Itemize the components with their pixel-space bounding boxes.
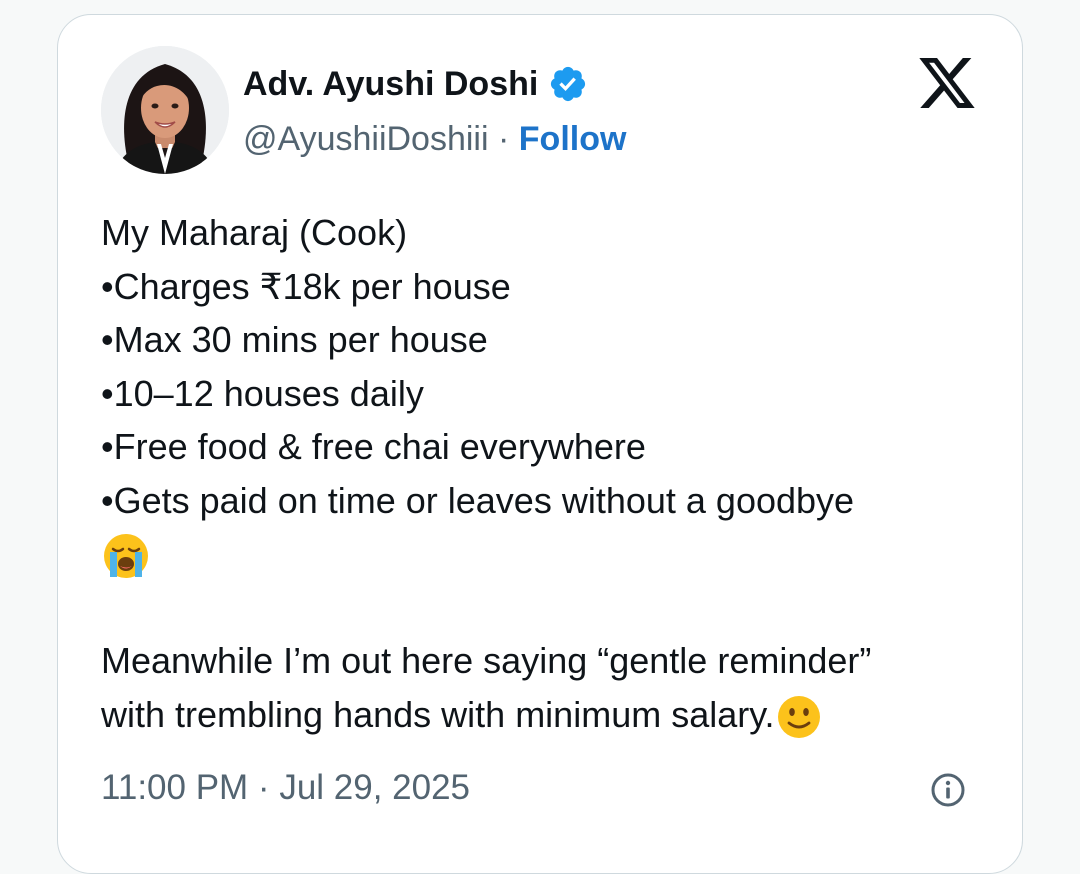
tweet-line: •Free food & free chai everywhere <box>101 426 646 467</box>
slightly-smiling-face-icon <box>777 695 820 738</box>
author-name-row: Adv. Ayushi Doshi <box>243 64 588 104</box>
tweet-line-with-emoji: with trembling hands with minimum salary… <box>101 688 981 742</box>
tweet-line: •Gets paid on time or leaves without a g… <box>101 479 855 521</box>
tweet-body: My Maharaj (Cook) •Charges ₹18k per hous… <box>101 206 981 741</box>
tweet-line: Meanwhile I’m out here saying “gentle re… <box>101 640 872 681</box>
loudly-crying-face-icon <box>104 534 148 579</box>
info-icon[interactable] <box>930 772 966 808</box>
profile-photo <box>101 46 229 174</box>
author-name[interactable]: Adv. Ayushi Doshi <box>243 64 538 104</box>
tweet-line: with trembling hands with minimum salary… <box>101 693 775 735</box>
tweet-line: •Charges ₹18k per house <box>101 265 511 307</box>
tweet-line: •10–12 houses daily <box>101 372 424 414</box>
verified-badge-icon <box>551 66 586 102</box>
x-logo-icon[interactable] <box>918 58 976 108</box>
separator-dot: · <box>498 120 510 158</box>
author-handle[interactable]: @AyushiiDoshiii <box>243 120 489 158</box>
tweet-line-emoji <box>101 527 981 581</box>
author-handle-row: @AyushiiDoshiii · Follow <box>243 117 626 161</box>
tweet-line: •Max 30 mins per house <box>101 319 488 360</box>
tweet-timestamp[interactable]: 11:00 PM · Jul 29, 2025 <box>101 765 470 811</box>
follow-button[interactable]: Follow <box>519 120 627 158</box>
avatar[interactable] <box>101 46 229 174</box>
tweet-line: My Maharaj (Cook) <box>101 212 408 253</box>
